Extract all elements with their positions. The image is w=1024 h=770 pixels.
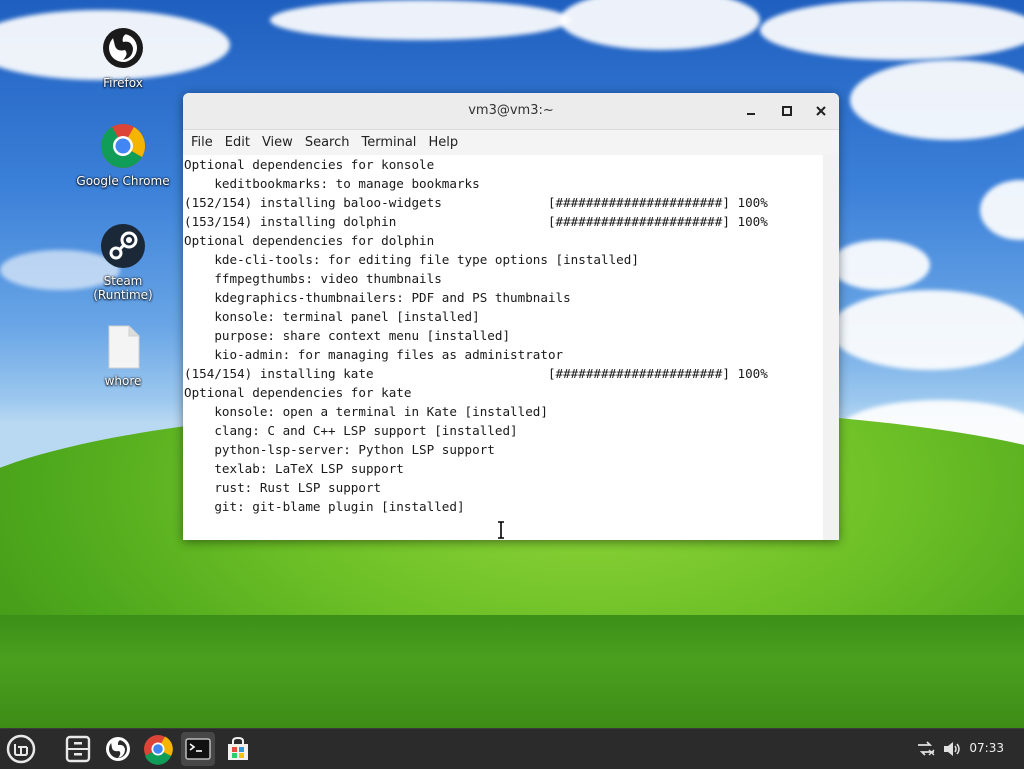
terminal-line: Optional dependencies for kate: [184, 385, 412, 400]
menu-edit[interactable]: Edit: [219, 130, 256, 155]
desktop-icon-chrome[interactable]: Google Chrome: [73, 122, 173, 188]
window-titlebar[interactable]: vm3@vm3:~: [183, 93, 839, 130]
terminal-line: rust: Rust LSP support: [184, 480, 382, 495]
menu-terminal[interactable]: Terminal: [355, 130, 422, 155]
file-icon: [108, 325, 140, 369]
terminal-line: konsole: open a terminal in Kate [instal…: [184, 404, 548, 419]
taskbar: 07:33: [0, 728, 1024, 769]
terminal-line: keditbookmarks: to manage bookmarks: [184, 176, 480, 191]
volume-icon[interactable]: [942, 740, 962, 758]
file-manager-icon: [65, 735, 91, 763]
maximize-button[interactable]: [778, 102, 796, 120]
terminal-line: clang: C and C++ LSP support [installed]: [184, 423, 518, 438]
menu-search[interactable]: Search: [299, 130, 356, 155]
taskbar-software-manager[interactable]: [221, 732, 255, 766]
mint-menu-icon: [6, 734, 36, 764]
terminal-line: git: git-blame plugin [installed]: [184, 499, 465, 514]
taskbar-firefox[interactable]: [101, 732, 135, 766]
taskbar-terminal[interactable]: [181, 732, 215, 766]
taskbar-chrome[interactable]: [141, 732, 175, 766]
terminal-line: (153/154) installing dolphin [##########…: [184, 214, 768, 229]
terminal-window[interactable]: vm3@vm3:~ File Edit View Search Terminal…: [183, 93, 839, 540]
scrollbar[interactable]: [823, 155, 839, 540]
window-title: vm3@vm3:~: [468, 103, 554, 118]
close-button[interactable]: [812, 102, 830, 120]
desktop-icon-file[interactable]: whore: [73, 322, 173, 388]
taskbar-file-manager[interactable]: [61, 732, 95, 766]
terminal-icon: [185, 738, 211, 760]
desktop-icon-label: Google Chrome: [76, 174, 170, 188]
menu-bar: File Edit View Search Terminal Help: [183, 130, 839, 155]
terminal-line: python-lsp-server: Python LSP support: [184, 442, 495, 457]
terminal-line: kdegraphics-thumbnailers: PDF and PS thu…: [184, 290, 571, 305]
terminal-line: texlab: LaTeX LSP support: [184, 461, 404, 476]
maximize-icon: [782, 106, 792, 116]
terminal-line: Optional dependencies for konsole: [184, 157, 435, 172]
minimize-icon: [747, 113, 755, 115]
desktop-icon-label: Steam (Runtime): [93, 274, 153, 302]
firefox-icon: [106, 737, 130, 761]
desktop-icon-label: Firefox: [103, 76, 143, 90]
close-icon: [816, 106, 826, 116]
desktop-icon-steam[interactable]: Steam (Runtime): [73, 222, 173, 302]
desktop-icon-firefox[interactable]: Firefox: [73, 24, 173, 90]
firefox-icon: [103, 28, 143, 68]
terminal-line: (152/154) installing baloo-widgets [####…: [184, 195, 768, 210]
software-manager-icon: [228, 736, 248, 760]
terminal-line: kde-cli-tools: for editing file type opt…: [184, 252, 639, 267]
terminal-line: Optional dependencies for dolphin: [184, 233, 435, 248]
menu-view[interactable]: View: [256, 130, 299, 155]
network-icon[interactable]: [916, 740, 936, 758]
desktop-icon-label: whore: [104, 374, 142, 388]
terminal-line: purpose: share context menu [installed]: [184, 328, 511, 343]
chrome-icon: [144, 735, 173, 765]
steam-icon: [101, 224, 145, 268]
terminal-line: kio-admin: for managing files as adminis…: [184, 347, 564, 362]
chrome-icon: [101, 124, 145, 168]
minimize-button[interactable]: [742, 102, 760, 120]
menu-file[interactable]: File: [185, 130, 219, 155]
terminal-line: (154/154) installing kate [#############…: [184, 366, 768, 381]
clock[interactable]: 07:33: [969, 741, 1004, 755]
terminal-line: konsole: terminal panel [installed]: [184, 309, 480, 324]
terminal-line: ffmpegthumbs: video thumbnails: [184, 271, 442, 286]
start-menu-button[interactable]: [4, 732, 38, 766]
text-cursor-icon: [498, 521, 504, 539]
terminal-output[interactable]: Optional dependencies for konsole keditb…: [183, 155, 823, 540]
menu-help[interactable]: Help: [422, 130, 464, 155]
